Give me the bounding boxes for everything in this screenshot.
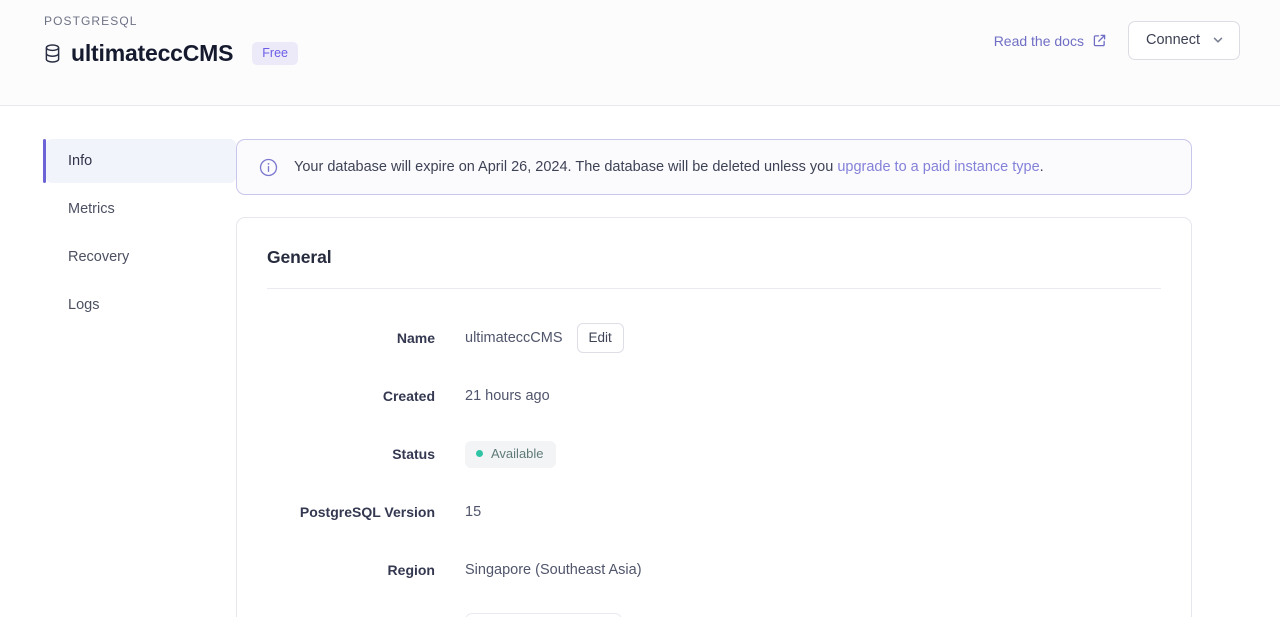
field-value-status: Available <box>465 440 556 468</box>
field-label-version: PostgreSQL Version <box>299 504 435 520</box>
field-row-created: Created 21 hours ago <box>267 381 1161 411</box>
info-circle-icon <box>259 158 278 177</box>
read-the-docs-link[interactable]: Read the docs <box>994 32 1106 50</box>
sidebar-nav: Info Metrics Recovery Logs <box>43 139 236 617</box>
field-value-created: 21 hours ago <box>465 388 550 404</box>
title-row: ultimateccCMS Free <box>44 39 298 67</box>
field-value-region: Singapore (Southeast Asia) <box>465 562 642 578</box>
sidebar-item-metrics[interactable]: Metrics <box>46 187 236 231</box>
edit-name-button[interactable]: Edit <box>576 323 624 353</box>
sidebar-item-info[interactable]: Info <box>43 139 236 183</box>
field-label-name: Name <box>396 330 435 346</box>
expiration-alert-banner: Your database will expire on April 26, 2… <box>236 139 1192 195</box>
external-link-icon <box>1093 34 1106 47</box>
field-value-read-replica: Add Read Replica i <box>465 613 650 617</box>
sidebar-item-label: Info <box>68 153 93 169</box>
add-read-replica-button[interactable]: Add Read Replica <box>465 613 623 617</box>
header-actions: Read the docs Connect <box>994 13 1240 60</box>
database-name-value: ultimateccCMS <box>465 330 563 346</box>
field-label-created: Created <box>382 388 435 404</box>
field-label-status: Status <box>392 446 435 462</box>
sidebar-item-logs[interactable]: Logs <box>46 283 236 327</box>
upgrade-instance-link[interactable]: upgrade to a paid instance type <box>837 159 1039 175</box>
field-row-region: Region Singapore (Southeast Asia) <box>267 555 1161 585</box>
sidebar-item-recovery[interactable]: Recovery <box>46 235 236 279</box>
header-left: POSTGRESQL ultimateccCMS Free <box>44 13 298 67</box>
alert-message: Your database will expire on April 26, 2… <box>294 157 1044 177</box>
sidebar-item-label: Logs <box>68 297 100 313</box>
field-row-read-replica: Read Replica Add Read Replica i <box>267 613 1161 617</box>
database-icon <box>44 43 61 63</box>
sidebar-item-label: Metrics <box>68 201 115 217</box>
general-card: General Name ultimateccCMS Edit Created … <box>236 217 1192 617</box>
app-header: POSTGRESQL ultimateccCMS Free Read the d… <box>0 0 1280 106</box>
alert-text-before: Your database will expire on April 26, 2… <box>294 159 838 175</box>
status-badge-label: Available <box>491 445 544 461</box>
plan-badge: Free <box>252 41 298 65</box>
header-inner: POSTGRESQL ultimateccCMS Free Read the d… <box>44 13 1240 67</box>
field-row-version: PostgreSQL Version 15 <box>267 497 1161 527</box>
field-row-status: Status Available <box>267 439 1161 469</box>
main-content: Your database will expire on April 26, 2… <box>236 139 1280 617</box>
page-body: Info Metrics Recovery Logs Your database… <box>0 106 1280 617</box>
connect-button[interactable]: Connect <box>1127 21 1240 60</box>
general-card-title: General <box>267 246 1161 289</box>
field-value-version: 15 <box>465 504 482 520</box>
docs-link-label: Read the docs <box>993 32 1084 49</box>
alert-text-after: . <box>1039 159 1044 175</box>
page-kicker: POSTGRESQL <box>44 14 138 28</box>
sidebar-item-label: Recovery <box>68 249 130 265</box>
status-badge: Available <box>465 440 556 468</box>
field-row-name: Name ultimateccCMS Edit <box>267 323 1161 353</box>
field-value-name: ultimateccCMS Edit <box>465 323 624 353</box>
connect-button-label: Connect <box>1145 32 1200 48</box>
status-dot-icon <box>476 450 483 457</box>
field-label-region: Region <box>387 562 435 578</box>
chevron-down-icon <box>1212 34 1224 46</box>
page-title: ultimateccCMS <box>71 40 234 66</box>
